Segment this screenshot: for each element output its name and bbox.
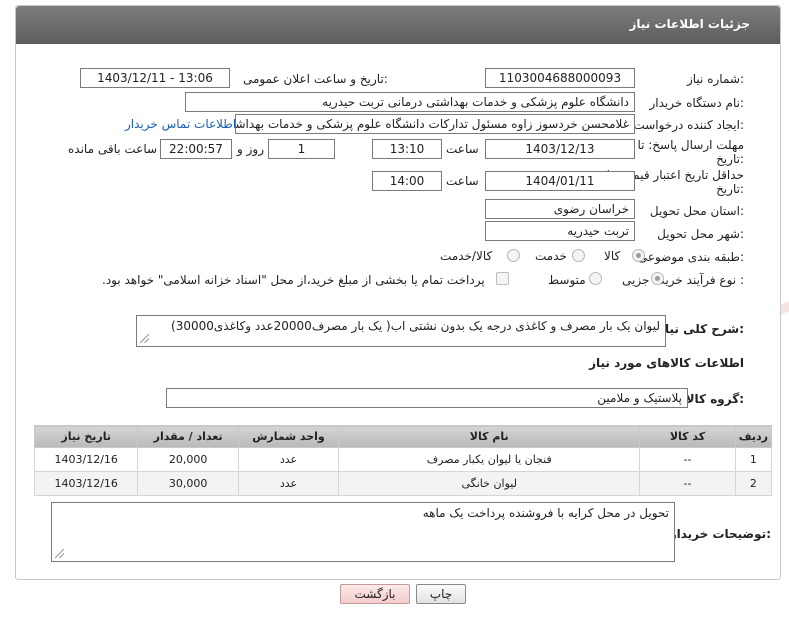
price-time-label: ساعت [446,174,479,188]
remaining-time-label: ساعت باقی مانده [68,142,158,156]
cell-quantity: 20,000 [137,447,239,472]
buyer-notes-text: تحویل در محل کرایه با فروشنده پرداخت یک … [422,506,669,520]
print-button[interactable]: چاپ [416,584,466,604]
city-field[interactable]: تربت حیدریه [485,221,635,241]
description-label: شرح کلی نیاز: [658,322,744,336]
panel-title: جزئیات اطلاعات نیاز [629,17,750,31]
purchase-type-label: نوع فرآیند خرید : [659,273,744,287]
purchase-radio-medium[interactable] [589,272,602,285]
col-header-row-number: ردیف [734,425,773,448]
reply-time-field[interactable]: 13:10 [372,139,442,159]
creator-label: ایجاد کننده درخواست: [633,118,744,132]
cell-row-number: 2 [734,471,773,496]
price-date-field[interactable]: 1404/01/11 [485,171,635,191]
need-number-label: شماره نیاز: [686,72,744,86]
category-radio-goods[interactable] [632,249,645,262]
reply-date-field[interactable]: 1403/12/13 [485,139,635,159]
goods-group-field[interactable]: پلاستیک و ملامین [166,388,688,408]
category-radio-both[interactable] [507,249,520,262]
table-row[interactable]: 2 -- لیوان خانگی عدد 30,000 1403/12/16 [33,471,773,496]
reply-deadline-label-2: تاریخ: [716,152,744,166]
cell-item-name: فنجان یا لیوان یکبار مصرف [338,447,641,472]
cell-unit: عدد [237,471,340,496]
cell-unit: عدد [237,447,340,472]
col-header-item-name: نام کالا [338,425,641,448]
goods-info-title: اطلاعات کالاهای مورد نیاز [589,356,744,370]
announce-date-label: تاریخ و ساعت اعلان عمومی: [243,72,388,86]
table-row[interactable]: 1 -- فنجان یا لیوان یکبار مصرف عدد 20,00… [33,447,773,472]
resize-grip-icon[interactable] [140,334,149,343]
cell-item-code: -- [639,471,736,496]
col-header-need-date: تاریخ نیاز [33,425,139,448]
cell-item-code: -- [639,447,736,472]
reply-deadline-label: مهلت ارسال پاسخ: تا [637,138,744,152]
back-button[interactable]: بازگشت [340,584,410,604]
announce-date-field[interactable]: 1403/12/11 - 13:06 [80,68,230,88]
cell-quantity: 30,000 [137,471,239,496]
price-validity-label-2: تاریخ: [716,182,744,196]
purchase-option-medium: متوسط [548,273,586,287]
items-table-header: ردیف کد کالا نام کالا واحد شمارش تعداد /… [33,425,773,448]
need-number-field[interactable]: 1103004688000093 [485,68,635,88]
category-option-goods: کالا [604,249,621,263]
treasury-payment-checkbox[interactable] [496,272,509,285]
category-option-both: کالا/خدمت [440,249,493,263]
resize-grip-icon[interactable] [55,549,64,558]
treasury-payment-note: پرداخت تمام یا بخشی از مبلغ خرید،از محل … [102,273,485,287]
description-text: لیوان یک بار مصرف و کاغذی درجه یک بدون ن… [171,319,660,333]
cell-need-date: 1403/12/16 [33,447,139,472]
creator-field[interactable]: غلامحسن خردسوز زاوه مسئول تدارکات دانشگا… [235,114,635,134]
days-label: روز و [237,142,264,156]
col-header-item-code: کد کالا [639,425,736,448]
reply-time-label: ساعت [446,142,479,156]
buyer-org-label: نام دستگاه خریدار: [649,96,745,110]
city-label: شهر محل تحویل: [657,227,744,241]
purchase-option-minor: جزیی [622,273,650,287]
price-time-field[interactable]: 14:00 [372,171,442,191]
description-textarea[interactable]: لیوان یک بار مصرف و کاغذی درجه یک بدون ن… [136,315,666,347]
buyer-contact-link[interactable]: اطلاعات تماس خریدار [125,117,236,131]
buyer-org-field[interactable]: دانشگاه علوم پزشکی و خدمات بهداشتی درمان… [185,92,635,112]
cell-item-name: لیوان خانگی [338,471,641,496]
category-option-service: خدمت [535,249,567,263]
buyer-notes-label: توضیحات خریدار: [669,527,771,541]
col-header-unit: واحد شمارش [237,425,340,448]
province-field[interactable]: خراسان رضوی [485,199,635,219]
category-label: طبقه بندی موضوعی: [637,250,744,264]
goods-group-label: گروه کالا: [685,392,744,406]
province-label: استان محل تحویل: [649,204,744,218]
remaining-days-field[interactable]: 1 [268,139,335,159]
items-table: ردیف کد کالا نام کالا واحد شمارش تعداد /… [33,425,773,496]
category-radio-service[interactable] [572,249,585,262]
cell-need-date: 1403/12/16 [33,471,139,496]
col-header-quantity: تعداد / مقدار [137,425,239,448]
cell-row-number: 1 [734,447,773,472]
buyer-notes-textarea[interactable]: تحویل در محل کرایه با فروشنده پرداخت یک … [51,502,675,562]
purchase-radio-minor[interactable] [651,272,664,285]
panel-header: جزئیات اطلاعات نیاز [16,6,780,44]
remaining-time-field[interactable]: 22:00:57 [160,139,232,159]
